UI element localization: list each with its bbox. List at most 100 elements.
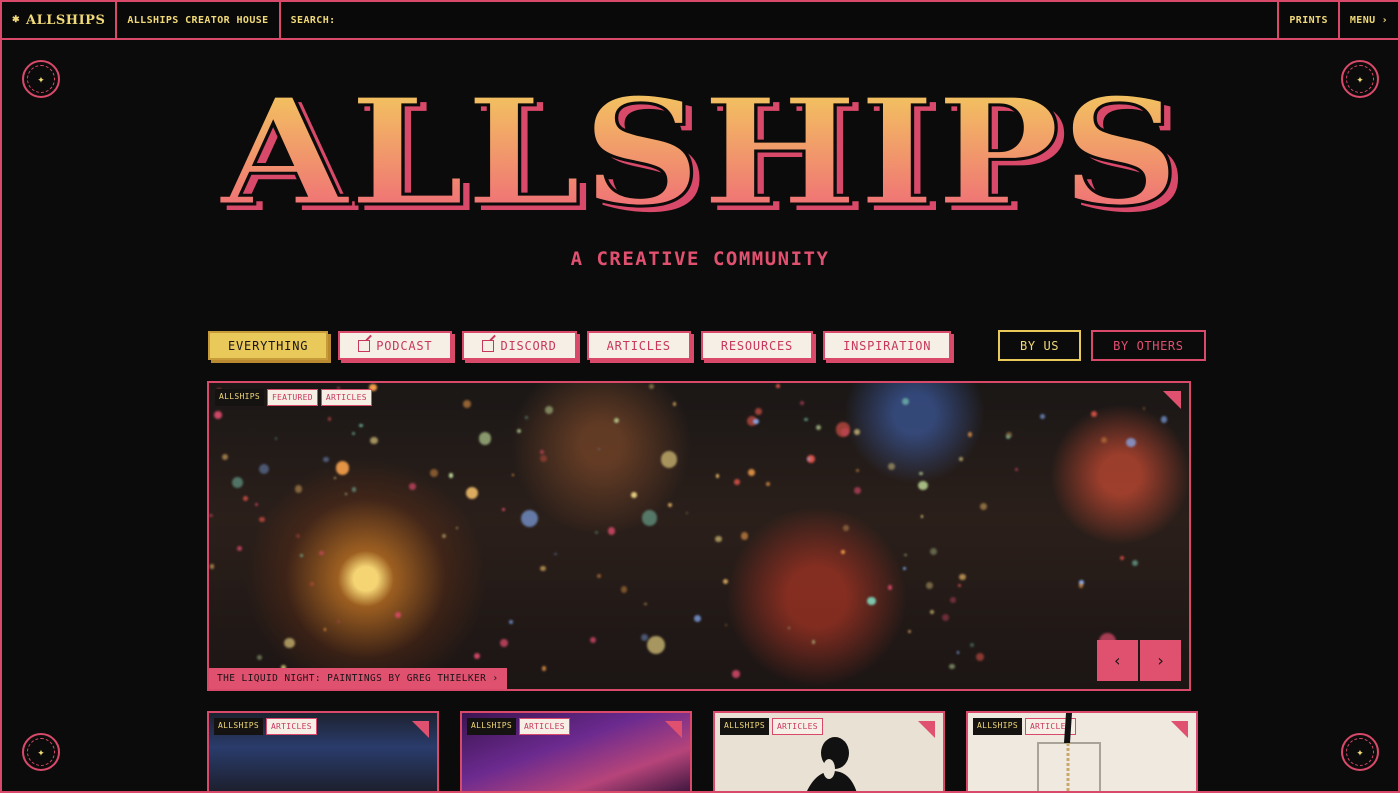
bokeh-light (715, 535, 722, 543)
bokeh-light (920, 515, 924, 518)
filter-everything[interactable]: EVERYTHING (208, 331, 329, 360)
wordmark-text: ALLSHIPS (218, 68, 1180, 228)
bokeh-light (395, 611, 402, 618)
bokeh-light (649, 384, 655, 389)
bokeh-light (723, 579, 728, 585)
hand-illustration (1037, 713, 1101, 793)
brand-logo[interactable]: ✱ ALLSHIPS (2, 2, 118, 38)
author-filters: BY US BY OTHERS (998, 330, 1206, 361)
filter-discord[interactable]: DISCORD (462, 331, 577, 360)
menu-button[interactable]: MENU › (1340, 2, 1398, 38)
bokeh-light (257, 655, 262, 661)
tag-articles[interactable]: ARTICLES (320, 389, 372, 406)
bokeh-light (747, 468, 755, 476)
filter-articles[interactable]: ARTICLES (586, 331, 691, 360)
bokeh-light (237, 546, 243, 552)
bokeh-light (641, 510, 658, 526)
bokeh-light (545, 406, 553, 414)
top-bar: ✱ ALLSHIPS ALLSHIPS CREATOR HOUSE SEARCH… (0, 0, 1400, 40)
bokeh-light (929, 609, 934, 615)
bokeh-light (517, 429, 522, 434)
bokeh-light (520, 510, 539, 528)
filter-label: ARTICLES (606, 338, 671, 353)
external-link-icon (358, 339, 371, 352)
bokeh-light (867, 596, 876, 606)
filter-resources[interactable]: RESOURCES (700, 331, 814, 360)
bokeh-light (541, 666, 547, 671)
search-bar: SEARCH: (281, 2, 1280, 38)
carousel-controls: ‹ › (1097, 640, 1181, 681)
article-card[interactable]: ALLSHIPS ARTICLES (713, 711, 945, 793)
bokeh-light (466, 487, 479, 500)
bokeh-light (596, 573, 601, 578)
bokeh-light (1015, 467, 1019, 471)
bokeh-light (327, 417, 332, 421)
corner-flag-icon (1163, 391, 1181, 409)
bokeh-light (754, 407, 763, 416)
bokeh-light (473, 652, 480, 660)
external-link-icon (482, 339, 495, 352)
featured-tags: ALLSHIPS FEATURED ARTICLES (215, 389, 372, 406)
bokeh-light (843, 525, 849, 531)
by-us-button[interactable]: BY US (998, 330, 1082, 361)
tag-articles[interactable]: ARTICLES (265, 718, 317, 735)
bokeh-light (319, 550, 324, 556)
bokeh-light (430, 468, 438, 477)
bokeh-light (333, 477, 336, 480)
bokeh-light (941, 613, 949, 621)
tag-allships[interactable]: ALLSHIPS (467, 718, 516, 735)
social-club-badge-icon: ✦ (22, 60, 60, 98)
bokeh-light (672, 402, 677, 406)
creator-house-link[interactable]: ALLSHIPS CREATOR HOUSE (117, 2, 281, 38)
bokeh-light (1132, 559, 1139, 566)
bokeh-light (441, 534, 446, 539)
bokeh-light (950, 596, 957, 603)
search-input[interactable] (341, 14, 942, 26)
article-card[interactable]: ALLSHIPS ARTICLES (207, 711, 439, 793)
tag-allships[interactable]: ALLSHIPS (215, 389, 264, 406)
bokeh-light (370, 436, 378, 445)
bokeh-light (724, 623, 727, 627)
article-grid: ALLSHIPS ARTICLES ALLSHIPS ARTICLES ALLS… (207, 711, 1198, 793)
category-filters: EVERYTHING PODCAST DISCORD ARTICLES RESO… (208, 331, 952, 360)
bokeh-light (1126, 437, 1136, 447)
bokeh-light (294, 485, 303, 493)
brand-name: ALLSHIPS (26, 12, 106, 28)
prints-link[interactable]: PRINTS (1279, 2, 1340, 38)
tag-articles[interactable]: ARTICLES (518, 718, 570, 735)
bokeh-light (1119, 555, 1124, 560)
filter-podcast[interactable]: PODCAST (338, 331, 453, 360)
bokeh-light (232, 476, 243, 488)
figure-illustration (806, 737, 857, 793)
article-card[interactable]: ALLSHIPS ARTICLES (460, 711, 692, 793)
bokeh-light (1006, 434, 1011, 440)
corner-flag-icon (918, 721, 935, 738)
bokeh-light (957, 583, 962, 588)
filter-label: EVERYTHING (228, 338, 309, 353)
bokeh-light (242, 495, 248, 501)
next-button[interactable]: › (1140, 640, 1181, 681)
featured-article[interactable]: ALLSHIPS FEATURED ARTICLES THE LIQUID NI… (207, 381, 1191, 691)
corner-flag-icon (1171, 721, 1188, 738)
bokeh-light (1160, 416, 1168, 423)
bokeh-light (500, 639, 509, 647)
bokeh-light (753, 418, 759, 425)
bokeh-light (351, 487, 357, 492)
featured-caption[interactable]: THE LIQUID NIGHT: PAINTINGS BY GREG THIE… (209, 668, 507, 689)
bokeh-light (620, 586, 628, 593)
by-others-button[interactable]: BY OTHERS (1091, 330, 1206, 361)
bokeh-light (970, 642, 975, 647)
filter-inspiration[interactable]: INSPIRATION (823, 331, 952, 360)
bokeh-light (776, 383, 780, 388)
bokeh-light (589, 636, 597, 643)
corner-flag-icon (412, 721, 429, 738)
bokeh-light (1040, 414, 1045, 419)
previous-button[interactable]: ‹ (1097, 640, 1138, 681)
tag-allships[interactable]: ALLSHIPS (720, 718, 769, 735)
tag-featured[interactable]: FEATURED (266, 389, 318, 406)
bokeh-light (630, 492, 637, 498)
social-club-badge-icon: ✦ (22, 733, 60, 771)
tag-allships[interactable]: ALLSHIPS (214, 718, 263, 735)
bokeh-light (959, 457, 963, 461)
article-card[interactable]: ALLSHIPS ARTICLES (966, 711, 1198, 793)
